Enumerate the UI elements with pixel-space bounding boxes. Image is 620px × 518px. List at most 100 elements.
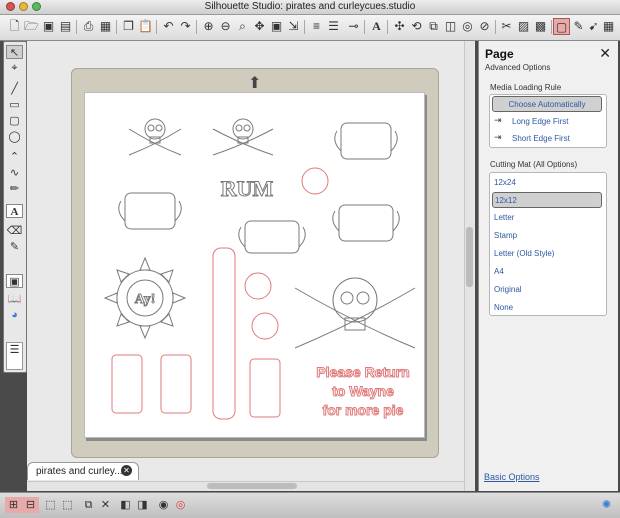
fill-color-icon[interactable]: ▨ xyxy=(515,18,532,35)
duplicate-icon[interactable]: ⧉ xyxy=(80,497,97,513)
text-tool-icon[interactable]: A xyxy=(6,204,23,218)
design-drawing: RUM Ay! Please Return to Wayne for more … xyxy=(103,118,416,420)
target-icon[interactable]: ◎ xyxy=(172,497,189,513)
curly-frame-3 xyxy=(238,220,306,254)
line-end-icon[interactable]: ⊸ xyxy=(345,18,362,35)
replicate-icon[interactable]: ⧉ xyxy=(425,18,442,35)
feed-direction-arrow-icon: ⬆ xyxy=(248,75,262,92)
save-as-icon[interactable]: ▤ xyxy=(57,18,74,35)
mat-option-letter[interactable]: Letter xyxy=(492,210,602,226)
move-icon[interactable]: ✣ xyxy=(391,18,408,35)
return-line-3: for more pie xyxy=(323,402,404,418)
rounded-rect-tool-icon[interactable]: ▢ xyxy=(6,114,23,128)
color-wheel-icon[interactable]: ✺ xyxy=(598,497,615,513)
library-icon[interactable]: 📖 xyxy=(6,292,23,306)
layers-panel-icon[interactable]: ☰ xyxy=(6,342,23,370)
cut-bar-tall xyxy=(212,247,236,420)
main-toolbar: 🗋 🗁 ▣ ▤ ⎙ ▦ ❐ 📋 ↶ ↷ ⊕ ⊖ ⌕ ✥ ▣ ⇲ ≡ ☰ ⊸ A … xyxy=(0,15,620,41)
select-tool-icon[interactable]: ↖ xyxy=(6,45,23,59)
redo-icon[interactable]: ↷ xyxy=(177,18,194,35)
trace-icon[interactable]: ⊘ xyxy=(476,18,493,35)
cut-circle-1 xyxy=(301,167,329,195)
new-doc-icon[interactable]: 🗋 xyxy=(6,18,23,35)
offset-icon[interactable]: ◎ xyxy=(459,18,476,35)
paste-icon[interactable]: 📋 xyxy=(137,18,154,35)
select-all-icon[interactable]: ⬚ xyxy=(42,497,59,513)
cut-circle-3 xyxy=(251,312,279,340)
bring-front-icon[interactable]: ◧ xyxy=(117,497,134,513)
mat-option-12x12[interactable]: 12x12 xyxy=(492,192,602,208)
edit-points-icon[interactable]: ⌖ xyxy=(6,61,23,75)
skull-crossbones-2 xyxy=(212,118,274,156)
close-panel-icon[interactable]: ✕ xyxy=(599,45,611,62)
mat-option-stamp[interactable]: Stamp xyxy=(492,228,602,244)
window-title: Silhouette Studio: pirates and curleycue… xyxy=(204,1,416,12)
media-loading-list: Choose Automatically Long Edge First Sho… xyxy=(489,94,607,148)
fill-gradient-icon[interactable]: ▩ xyxy=(532,18,549,35)
line-tool-icon[interactable]: ╱ xyxy=(6,82,23,96)
knife-icon[interactable]: ✂ xyxy=(498,18,515,35)
mat-option-a4[interactable]: A4 xyxy=(492,264,602,280)
design-page[interactable]: RUM Ay! Please Return to Wayne for more … xyxy=(84,92,425,438)
panel-subtitle: Advanced Options xyxy=(485,63,551,72)
page-panel: Page ✕ Advanced Options Media Loading Ru… xyxy=(478,41,618,491)
long-edge-icon: ⇥ xyxy=(494,115,502,125)
knife-tool-icon[interactable]: ✎ xyxy=(6,240,23,254)
basic-options-link[interactable]: Basic Options xyxy=(484,472,540,482)
group-icon[interactable]: ⊞ xyxy=(5,497,22,513)
zoom-out-icon[interactable]: ⊖ xyxy=(217,18,234,35)
ungroup-icon[interactable]: ⊟ xyxy=(22,497,39,513)
cutting-mat: ⬆ RUM Ay! Please Return to Wayne for mor… xyxy=(71,68,439,458)
curve-tool-icon[interactable]: ∿ xyxy=(6,166,23,180)
pencil-tool-icon[interactable]: ✏ xyxy=(6,182,23,196)
close-tab-icon[interactable]: ✕ xyxy=(121,465,132,476)
measure-icon[interactable]: ⇲ xyxy=(285,18,302,35)
document-tab[interactable]: pirates and curley... ✕ xyxy=(27,462,139,480)
line-color-icon[interactable]: ☰ xyxy=(325,18,342,35)
media-option-long[interactable]: Long Edge First xyxy=(492,114,602,130)
vertical-scrollbar[interactable] xyxy=(464,41,474,491)
eraser-tool-icon[interactable]: ⌫ xyxy=(6,224,23,238)
save-icon[interactable]: ▣ xyxy=(40,18,57,35)
delete-icon[interactable]: ✕ xyxy=(97,497,114,513)
cut-panel-icon[interactable]: ▣ xyxy=(6,274,23,288)
canvas-area[interactable]: ⬆ RUM Ay! Please Return to Wayne for mor… xyxy=(27,41,475,491)
online-store-icon[interactable]: ◕ xyxy=(6,308,23,322)
deselect-icon[interactable]: ⬚ xyxy=(59,497,76,513)
media-loading-heading: Media Loading Rule xyxy=(490,83,562,92)
document-tab-label: pirates and curley... xyxy=(36,466,123,477)
short-edge-icon: ⇥ xyxy=(494,132,502,142)
horizontal-scrollbar[interactable] xyxy=(27,481,464,491)
curly-frame-2 xyxy=(118,192,182,230)
zoom-box-icon[interactable]: ⌕ xyxy=(234,18,251,35)
compound-path-icon[interactable]: ◉ xyxy=(155,497,172,513)
open-icon[interactable]: 🗁 xyxy=(23,18,40,35)
mat-option-letter-old[interactable]: Letter (Old Style) xyxy=(492,246,602,262)
rotate-icon[interactable]: ⟲ xyxy=(408,18,425,35)
send-back-icon[interactable]: ◨ xyxy=(134,497,151,513)
ellipse-tool-icon[interactable]: ◯ xyxy=(6,130,23,144)
text-icon[interactable]: A xyxy=(368,18,385,35)
cut-circle-2 xyxy=(244,272,272,300)
media-option-auto[interactable]: Choose Automatically xyxy=(492,96,602,112)
weld-icon[interactable]: ◫ xyxy=(442,18,459,35)
cut-settings-icon[interactable]: ▦ xyxy=(97,18,114,35)
polygon-tool-icon[interactable]: ⌃ xyxy=(6,150,23,164)
copy-icon[interactable]: ❐ xyxy=(120,18,137,35)
pan-icon[interactable]: ✥ xyxy=(251,18,268,35)
cut-rect-1 xyxy=(111,354,143,414)
undo-icon[interactable]: ↶ xyxy=(160,18,177,35)
media-option-short[interactable]: Short Edge First xyxy=(492,131,602,147)
fit-page-icon[interactable]: ▣ xyxy=(268,18,285,35)
cutting-mat-heading: Cutting Mat (All Options) xyxy=(490,160,578,169)
curly-frame-4 xyxy=(332,204,400,242)
page-settings-icon[interactable]: ▢ xyxy=(553,18,570,35)
rectangle-tool-icon[interactable]: ▭ xyxy=(6,98,23,112)
mat-option-12x24[interactable]: 12x24 xyxy=(492,175,602,191)
grid-icon[interactable]: ▦ xyxy=(600,18,617,35)
zoom-in-icon[interactable]: ⊕ xyxy=(200,18,217,35)
mat-option-original[interactable]: Original xyxy=(492,282,602,298)
mat-option-none[interactable]: None xyxy=(492,300,602,316)
line-style-icon[interactable]: ≡ xyxy=(308,18,325,35)
print-icon[interactable]: ⎙ xyxy=(80,18,97,35)
